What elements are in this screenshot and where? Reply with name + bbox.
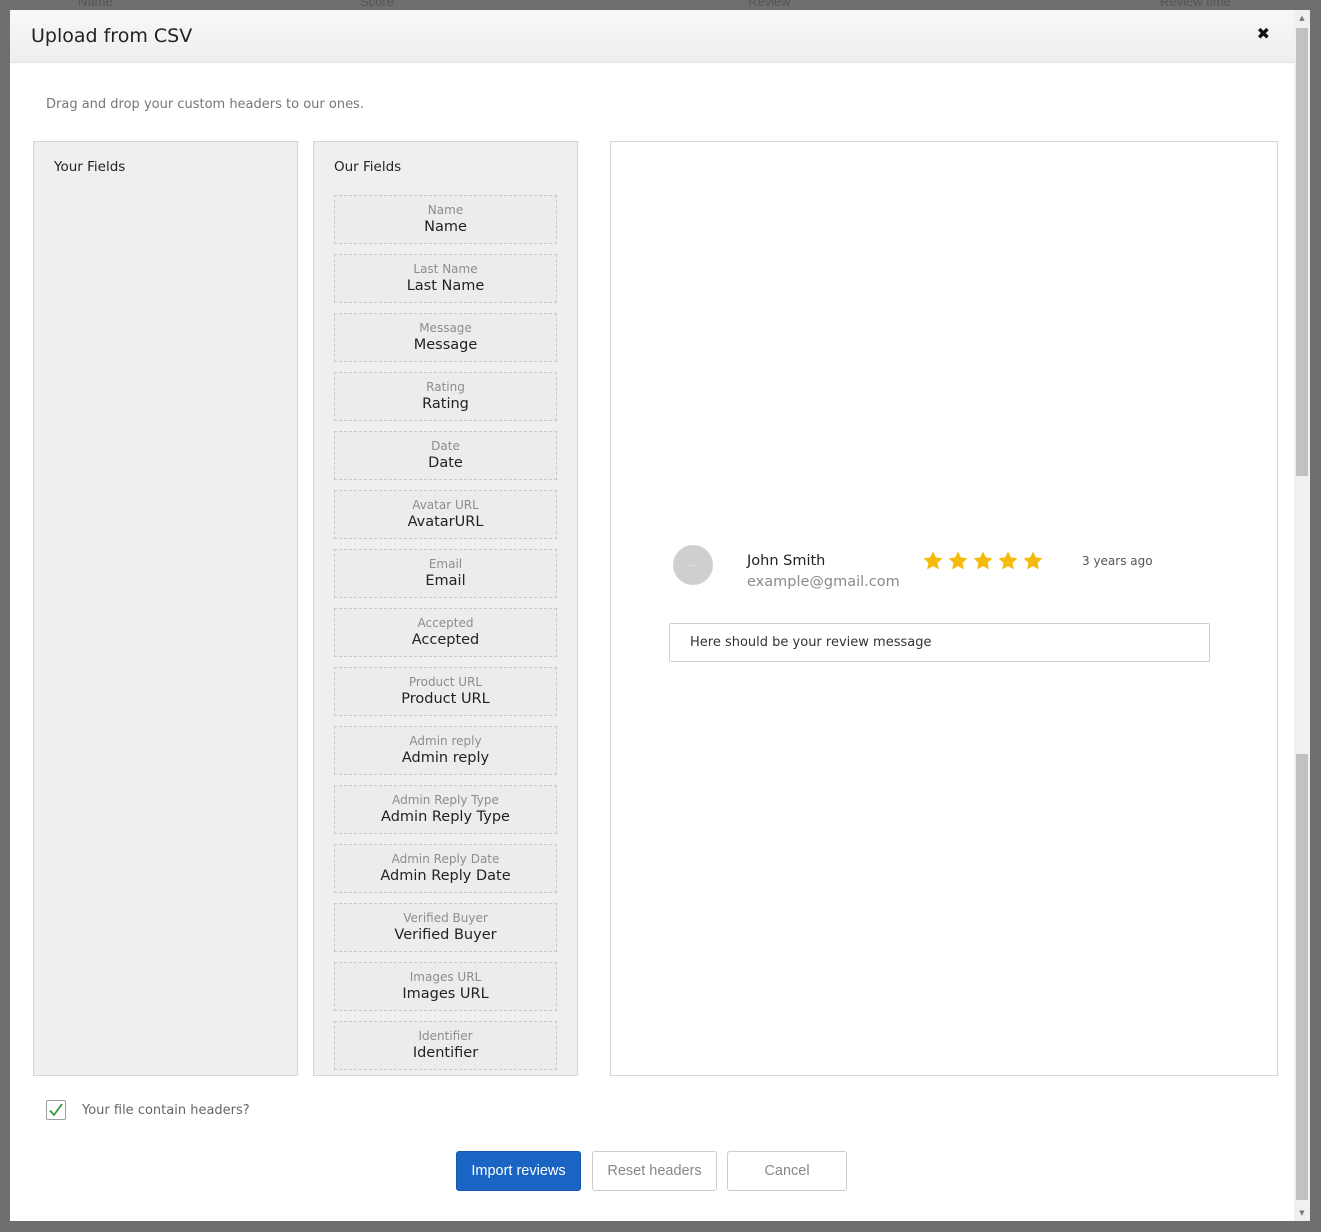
cancel-button[interactable]: Cancel [727, 1151, 847, 1191]
checkmark-icon [49, 1103, 63, 1117]
import-reviews-button[interactable]: Import reviews [456, 1151, 581, 1191]
our-fields-panel: Our Fields Name Name Last Name Last Name Mes… [313, 141, 578, 1076]
bg-column-name: Name [78, 0, 113, 9]
our-field-main-label: Name [424, 219, 467, 235]
our-field-item[interactable]: Admin Reply Date Admin Reply Date [334, 844, 557, 893]
our-field-item[interactable]: Avatar URL AvatarURL [334, 490, 557, 539]
star-rating [922, 550, 1044, 572]
our-field-item[interactable]: Verified Buyer Verified Buyer [334, 903, 557, 952]
your-fields-panel[interactable]: Your Fields [33, 141, 298, 1076]
scroll-down-icon[interactable]: ▼ [1294, 1205, 1310, 1221]
headers-checkbox-label: Your file contain headers? [82, 1102, 250, 1118]
our-field-main-label: AvatarURL [407, 514, 484, 530]
our-field-main-label: Date [428, 455, 463, 471]
close-icon[interactable]: ✖ [1257, 24, 1270, 43]
our-field-main-label: Rating [422, 396, 469, 412]
bg-column-score: Score [360, 0, 394, 9]
headers-option: Your file contain headers? [46, 1100, 250, 1120]
star-icon [998, 551, 1018, 570]
our-field-main-label: Email [425, 573, 466, 589]
reviewer-name: John Smith [747, 553, 826, 569]
our-field-item[interactable]: Admin Reply Type Admin Reply Type [334, 785, 557, 834]
our-field-sub-label: Product URL [408, 675, 483, 689]
your-fields-title: Your Fields [54, 159, 126, 175]
upload-csv-modal: Upload from CSV ✖ Drag and drop your cus… [10, 10, 1294, 1221]
our-field-sub-label: Verified Buyer [403, 911, 488, 925]
bg-column-review: Review [748, 0, 791, 9]
our-field-item[interactable]: Identifier Identifier [334, 1021, 557, 1070]
drag-drop-hint: Drag and drop your custom headers to our… [46, 97, 364, 112]
our-field-item[interactable]: Message Message [334, 313, 557, 362]
our-field-sub-label: Admin reply [409, 734, 482, 748]
scroll-thumb[interactable] [1296, 28, 1308, 476]
our-field-main-label: Admin Reply Date [380, 868, 511, 884]
our-field-sub-label: Admin Reply Type [392, 793, 499, 807]
our-field-sub-label: Accepted [417, 616, 474, 630]
our-fields-title: Our Fields [334, 159, 402, 175]
background-page: Name Score Review Review time [0, 0, 1321, 10]
scroll-up-icon[interactable]: ▲ [1294, 10, 1310, 26]
reset-headers-button[interactable]: Reset headers [592, 1151, 717, 1191]
our-field-item[interactable]: Accepted Accepted [334, 608, 557, 657]
star-icon [973, 551, 993, 570]
our-field-main-label: Admin reply [401, 750, 490, 766]
modal-header: Upload from CSV ✖ [10, 10, 1294, 63]
our-field-item[interactable]: Date Date [334, 431, 557, 480]
scroll-track-lower[interactable] [1296, 754, 1308, 1200]
star-icon [923, 551, 943, 570]
our-field-item[interactable]: Name Name [334, 195, 557, 244]
review-message: Here should be your review message [669, 623, 1210, 662]
our-field-main-label: Last Name [406, 278, 485, 294]
reviewer-email: example@gmail.com [747, 574, 900, 590]
our-field-item[interactable]: Product URL Product URL [334, 667, 557, 716]
our-field-main-label: Verified Buyer [394, 927, 497, 943]
star-icon [1023, 551, 1043, 570]
review-time: 3 years ago [1082, 554, 1153, 568]
bg-column-review-time: Review time [1160, 0, 1231, 9]
our-field-main-label: Accepted [411, 632, 480, 648]
our-field-sub-label: Email [428, 557, 463, 571]
modal-title: Upload from CSV [31, 25, 193, 47]
avatar: ••• [673, 545, 713, 585]
our-field-item[interactable]: Last Name Last Name [334, 254, 557, 303]
headers-checkbox[interactable] [46, 1100, 66, 1120]
review-preview: ••• John Smith example@gmail.com 3 years… [610, 141, 1278, 1076]
our-field-sub-label: Last Name [413, 262, 478, 276]
star-icon [948, 551, 968, 570]
our-field-item[interactable]: Email Email [334, 549, 557, 598]
our-field-main-label: Identifier [412, 1045, 479, 1061]
our-field-item[interactable]: Rating Rating [334, 372, 557, 421]
our-fields-list: Name Name Last Name Last Name Message Message… [334, 195, 557, 1080]
our-field-main-label: Admin Reply Type [381, 809, 510, 825]
our-field-sub-label: Message [419, 321, 472, 335]
our-field-main-label: Message [413, 337, 478, 353]
our-field-sub-label: Date [431, 439, 460, 453]
our-field-sub-label: Images URL [409, 970, 482, 984]
our-field-sub-label: Name [427, 203, 464, 217]
our-field-sub-label: Avatar URL [412, 498, 479, 512]
our-field-item[interactable]: Admin reply Admin reply [334, 726, 557, 775]
modal-scrollbar[interactable]: ▲ ▼ [1294, 10, 1310, 1221]
our-field-item[interactable]: Images URL Images URL [334, 962, 557, 1011]
our-field-main-label: Images URL [402, 986, 489, 1002]
our-field-sub-label: Identifier [418, 1029, 473, 1043]
our-field-sub-label: Rating [426, 380, 465, 394]
our-field-sub-label: Admin Reply Date [391, 852, 500, 866]
our-field-main-label: Product URL [401, 691, 490, 707]
